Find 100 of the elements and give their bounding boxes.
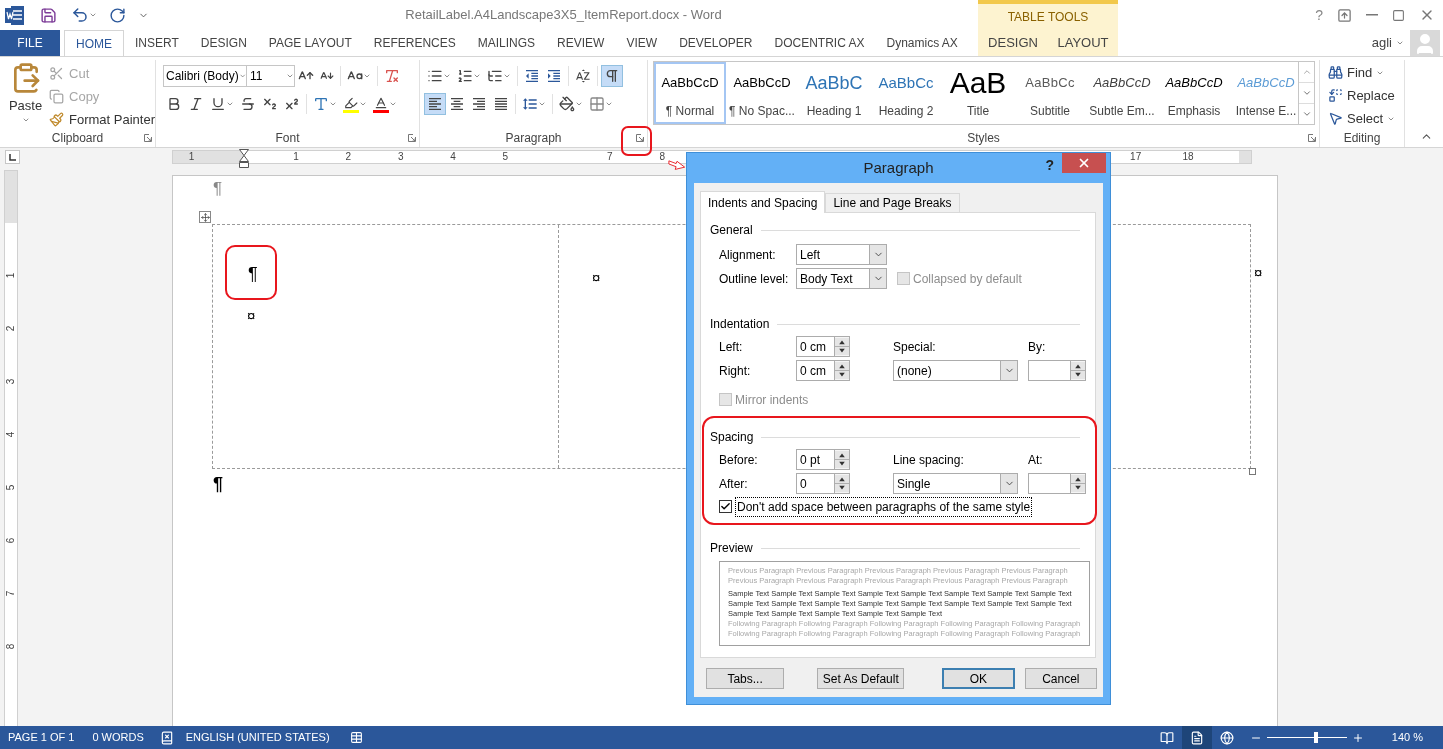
font-name-field[interactable]: Calibri (Body) xyxy=(163,65,247,87)
help-button[interactable]: ? xyxy=(1315,4,1323,26)
ribbon-tab[interactable]: Dynamics AX xyxy=(875,30,969,56)
dialog-launcher[interactable] xyxy=(635,133,644,143)
outline-level-dropdown[interactable]: Body Text xyxy=(796,268,887,289)
dialog-launcher[interactable] xyxy=(1307,133,1316,143)
group-label: Clipboard xyxy=(51,130,104,147)
ruler-margin xyxy=(1239,151,1251,163)
word-count[interactable]: 0 WORDS xyxy=(92,729,144,746)
left-indent-field[interactable]: 0 cm xyxy=(796,336,850,357)
ribbon-tab[interactable]: VIEW xyxy=(615,30,669,56)
replace-button[interactable]: Replace xyxy=(1328,84,1404,107)
style-item[interactable]: AaBbCcD ¶ Normal xyxy=(654,62,726,124)
dialog-launcher[interactable] xyxy=(143,133,152,143)
at-field[interactable] xyxy=(1028,473,1086,494)
special-dropdown[interactable]: (none) xyxy=(893,360,1018,381)
before-field[interactable]: 0 pt xyxy=(796,449,850,470)
macro-button[interactable] xyxy=(349,731,363,744)
ribbon-tab[interactable]: LAYOUT xyxy=(1048,30,1118,56)
ribbon-options-icon xyxy=(1337,7,1352,23)
style-item[interactable]: AaBbCc Heading 2 xyxy=(870,62,942,124)
globe-icon xyxy=(1219,730,1234,745)
ribbon-tab[interactable]: HOME xyxy=(64,30,124,56)
slider-thumb[interactable] xyxy=(1314,732,1319,743)
zoom-in-button[interactable] xyxy=(1351,731,1364,744)
caret-icon xyxy=(503,72,511,80)
align-left-icon xyxy=(427,96,443,112)
ribbon-tab[interactable]: DOCENTRIC AX xyxy=(763,30,876,56)
ribbon-tab[interactable]: DESIGN xyxy=(978,30,1048,56)
format-painter-button[interactable]: Format Painter xyxy=(49,108,155,131)
dialog-tab[interactable]: Line and Page Breaks xyxy=(825,193,960,212)
show-marks-button[interactable] xyxy=(601,65,623,87)
cell-end-mark: ¤ xyxy=(592,269,601,287)
table-resize-handle[interactable] xyxy=(1249,468,1256,475)
select-button[interactable]: Select xyxy=(1328,107,1404,130)
ribbon-tab[interactable]: PAGE LAYOUT xyxy=(257,30,363,56)
caret-icon xyxy=(329,100,337,108)
tab-selector[interactable] xyxy=(5,150,20,164)
paragraph-mark: ¶ xyxy=(248,263,258,285)
style-item[interactable]: AaB Title xyxy=(942,62,1014,124)
dialog-button[interactable]: Set As Default xyxy=(817,668,905,689)
section-heading: Spacing xyxy=(710,429,754,446)
zoom-level[interactable]: 140 % xyxy=(1391,729,1423,746)
ribbon-tab[interactable]: INSERT xyxy=(124,30,190,56)
find-button[interactable]: Find xyxy=(1328,61,1404,84)
style-item[interactable]: AaBbCcD Subtle Em... xyxy=(1086,62,1158,124)
right-indent-field[interactable]: 0 cm xyxy=(796,360,850,381)
copy-icon xyxy=(49,89,64,104)
ruler-number: 6 xyxy=(4,537,18,544)
dialog-button[interactable]: Cancel xyxy=(1024,668,1097,689)
align-center-icon xyxy=(449,96,465,112)
checkbox[interactable] xyxy=(719,500,732,513)
language-status[interactable]: ENGLISH (UNITED STATES) xyxy=(185,729,330,746)
print-view-button[interactable] xyxy=(1181,726,1212,749)
paste-button[interactable]: Paste xyxy=(8,62,43,131)
style-item[interactable]: AaBbCcD Emphasis xyxy=(1158,62,1230,124)
plus-icon xyxy=(1351,731,1364,744)
spin-arrows-icon xyxy=(1070,474,1085,493)
maximize-button[interactable] xyxy=(1392,8,1405,22)
style-item[interactable]: AaBbCcD ¶ No Spac... xyxy=(726,62,798,124)
checkbox-label: Collapsed by default xyxy=(913,270,1022,288)
binoculars-icon xyxy=(1328,65,1343,80)
dialog-launcher[interactable] xyxy=(407,133,416,143)
ruler-number: 3 xyxy=(397,151,404,163)
indent-marker[interactable] xyxy=(239,149,249,168)
proofing-button[interactable] xyxy=(159,730,174,745)
maximize-icon xyxy=(1392,8,1405,22)
table-move-handle[interactable] xyxy=(199,211,211,223)
group-label: Paragraph xyxy=(505,130,562,147)
after-field[interactable]: 0 xyxy=(796,473,850,494)
ruler-number: 1 xyxy=(4,272,18,279)
page-count[interactable]: PAGE 1 OF 1 xyxy=(8,729,75,746)
style-item[interactable]: AaBbC Heading 1 xyxy=(798,62,870,124)
dialog-tab[interactable]: Indents and Spacing xyxy=(700,191,826,213)
spin-arrows-icon xyxy=(834,337,849,356)
superscript-icon xyxy=(284,96,300,112)
dialog-button[interactable]: OK xyxy=(942,668,1015,689)
ribbon-tab[interactable]: MAILINGS xyxy=(466,30,547,56)
align-left-button[interactable] xyxy=(424,93,446,115)
ribbon-tab[interactable]: REVIEW xyxy=(546,30,616,56)
ribbon-tab[interactable]: FILE xyxy=(0,30,60,56)
dialog-button[interactable]: Tabs... xyxy=(706,668,785,689)
ribbon-tab[interactable]: DESIGN xyxy=(189,30,258,56)
zoom-slider[interactable] xyxy=(1264,732,1349,743)
ribbon-options-button[interactable] xyxy=(1337,7,1352,23)
account-button[interactable]: agli xyxy=(1371,33,1404,53)
alignment-dropdown[interactable]: Left xyxy=(796,244,887,265)
ribbon-tab[interactable]: DEVELOPER xyxy=(668,30,764,56)
close-button[interactable] xyxy=(1062,153,1106,173)
ribbon-tab[interactable]: REFERENCES xyxy=(362,30,467,56)
save-button[interactable] xyxy=(40,6,57,24)
numbering-icon xyxy=(457,68,473,84)
help-button[interactable]: ? xyxy=(1045,155,1054,176)
font-size-field[interactable]: 11 xyxy=(247,65,295,87)
by-field[interactable] xyxy=(1028,360,1086,381)
style-item[interactable]: AaBbCcD Intense E... xyxy=(1230,62,1298,124)
undo-button[interactable] xyxy=(71,6,97,24)
redo-button[interactable] xyxy=(109,6,126,24)
line-spacing-dropdown[interactable]: Single xyxy=(893,473,1018,494)
style-item[interactable]: AaBbCc Subtitle xyxy=(1014,62,1086,124)
